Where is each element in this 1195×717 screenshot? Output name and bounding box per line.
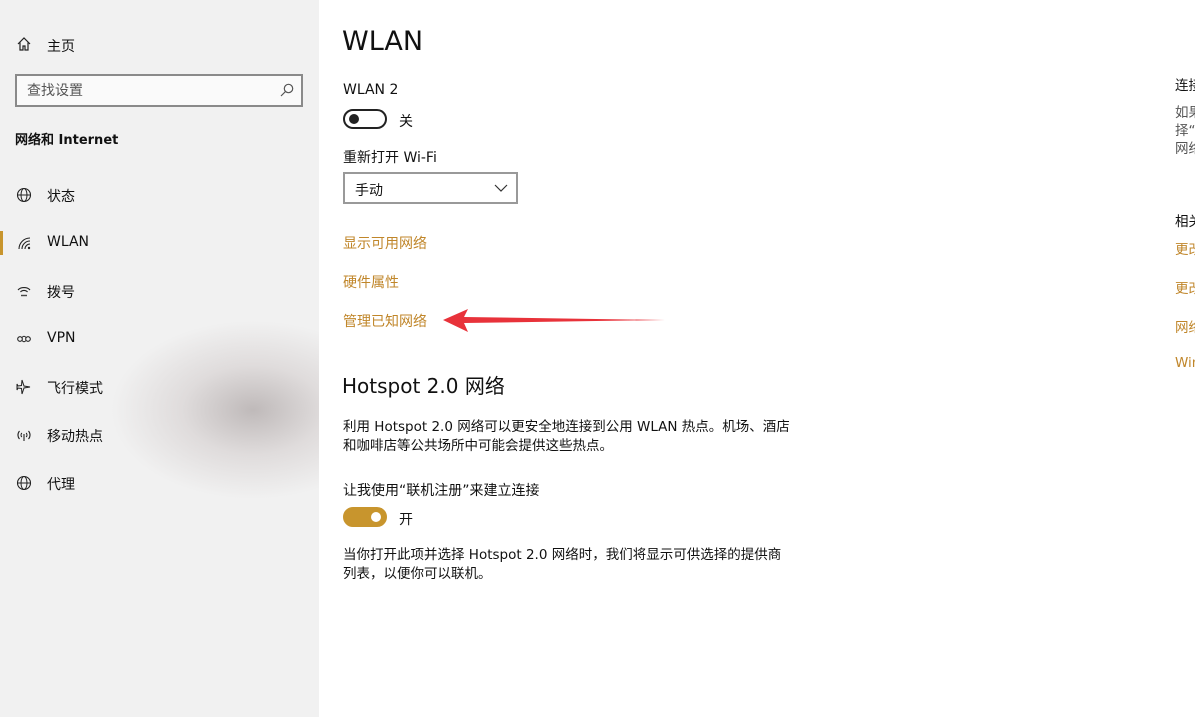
wifi-icon <box>15 234 33 252</box>
wifi-toggle[interactable] <box>343 109 387 129</box>
sidebar-item-label: 移动热点 <box>47 429 103 445</box>
vpn-icon <box>15 330 33 348</box>
wifi-toggle-state: 关 <box>399 114 413 130</box>
page-title: WLAN <box>342 26 424 57</box>
sidebar: 主页 网络和 Internet 状态 WLAN 拨号 VPN <box>0 0 319 717</box>
chevron-down-icon <box>494 184 508 192</box>
online-signup-toggle-state: 开 <box>399 512 413 528</box>
dropdown-value: 手动 <box>355 183 383 199</box>
hardware-properties-link[interactable]: 硬件属性 <box>343 272 399 292</box>
show-available-networks-link[interactable]: 显示可用网络 <box>343 233 427 253</box>
sidebar-item-hotspot[interactable]: 移动热点 <box>0 417 319 453</box>
sidebar-item-home[interactable]: 主页 <box>0 28 319 60</box>
home-icon <box>15 35 33 53</box>
sidebar-item-label: VPN <box>47 330 76 346</box>
toggle-knob <box>349 114 359 124</box>
adapter-name: WLAN 2 <box>343 82 399 98</box>
online-signup-label: 让我使用“联机注册”来建立连接 <box>343 483 540 499</box>
related-link[interactable]: 更改 <box>1175 277 1195 297</box>
sidebar-item-label: 代理 <box>47 477 75 493</box>
sidebar-item-home-label: 主页 <box>47 39 75 55</box>
related-link[interactable]: 网络 <box>1175 316 1195 336</box>
manage-known-networks-link[interactable]: 管理已知网络 <box>343 311 427 331</box>
search-icon[interactable] <box>279 82 295 98</box>
airplane-icon <box>15 378 33 396</box>
right-desc-line: 网络 <box>1175 141 1195 157</box>
toggle-knob <box>371 512 381 522</box>
hotspot-description: 利用 Hotspot 2.0 网络可以更安全地连接到公用 WLAN 热点。机场、… <box>343 419 790 454</box>
red-arrow-annotation <box>443 309 665 332</box>
related-link[interactable]: 更改 <box>1175 238 1195 258</box>
right-desc-line: 如果 <box>1175 105 1195 121</box>
hotspot-icon <box>15 426 33 444</box>
sidebar-item-wlan[interactable]: WLAN <box>0 225 319 261</box>
hotspot-heading: Hotspot 2.0 网络 <box>342 374 505 398</box>
globe-icon <box>15 474 33 492</box>
sidebar-item-airplane[interactable]: 飞行模式 <box>0 369 319 405</box>
sidebar-item-proxy[interactable]: 代理 <box>0 465 319 501</box>
right-heading-related: 相关 <box>1175 214 1195 230</box>
hotspot-footnote: 当你打开此项并选择 Hotspot 2.0 网络时，我们将显示可供选择的提供商列… <box>343 547 782 582</box>
sidebar-item-label: 状态 <box>47 189 75 205</box>
sidebar-section-title: 网络和 Internet <box>15 133 119 148</box>
online-signup-toggle[interactable] <box>343 507 387 527</box>
related-link[interactable]: Win <box>1175 355 1195 371</box>
related-settings-column: 连接 如果 择“ 网络 相关 更改 更改 网络 Win <box>1175 0 1195 717</box>
right-heading-connect: 连接 <box>1175 78 1195 94</box>
sidebar-item-dialup[interactable]: 拨号 <box>0 273 319 309</box>
sidebar-item-label: WLAN <box>47 234 90 250</box>
search-box[interactable] <box>15 74 303 107</box>
sidebar-item-status[interactable]: 状态 <box>0 177 319 213</box>
sidebar-item-label: 拨号 <box>47 285 75 301</box>
search-input[interactable] <box>17 76 277 105</box>
dialup-icon <box>15 282 33 300</box>
reopen-wifi-label: 重新打开 Wi-Fi <box>343 150 437 166</box>
globe-icon <box>15 186 33 204</box>
sidebar-item-vpn[interactable]: VPN <box>0 321 319 357</box>
sidebar-item-label: 飞行模式 <box>47 381 103 397</box>
reopen-wifi-dropdown[interactable]: 手动 <box>343 172 518 204</box>
right-desc-line: 择“ <box>1175 123 1195 139</box>
